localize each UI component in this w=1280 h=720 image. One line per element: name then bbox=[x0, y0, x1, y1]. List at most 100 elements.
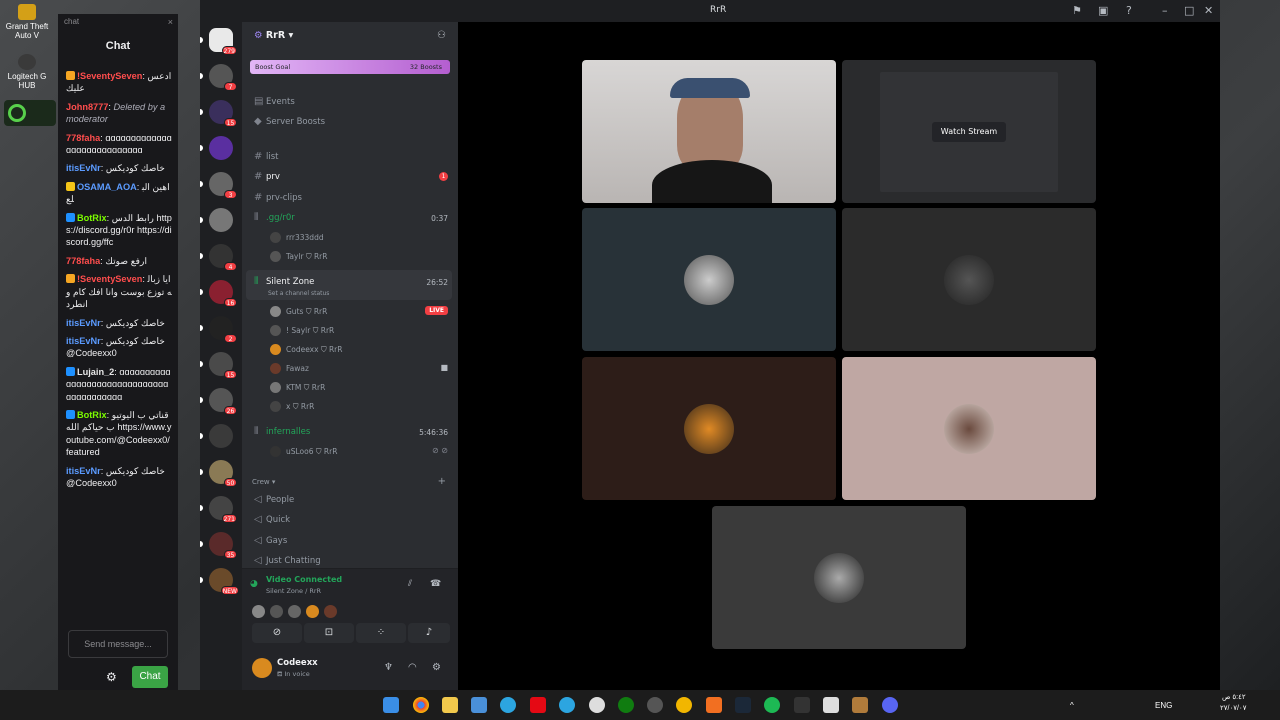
server-boosts-item[interactable]: ◆ Server Boosts bbox=[254, 116, 325, 127]
microphone-icon[interactable]: ♆ bbox=[384, 662, 393, 673]
file-explorer-icon[interactable] bbox=[442, 697, 458, 713]
video-tile-user[interactable] bbox=[842, 357, 1096, 500]
server-icon[interactable] bbox=[200, 208, 233, 232]
signal-icon[interactable]: ◕ bbox=[250, 579, 258, 589]
spotify-icon[interactable] bbox=[764, 697, 780, 713]
server-icon[interactable]: 7 bbox=[200, 64, 237, 91]
chevron-up-icon[interactable]: ^ bbox=[1070, 701, 1074, 710]
server-icon[interactable]: 16 bbox=[200, 280, 237, 307]
chat-username[interactable]: itisEvNr bbox=[66, 318, 101, 328]
username[interactable]: Codeexx bbox=[277, 658, 318, 668]
chrome-icon[interactable] bbox=[413, 697, 429, 713]
server-icon[interactable] bbox=[200, 424, 233, 448]
voice-channel-silent-zone[interactable]: ⦀ Silent Zone bbox=[254, 276, 314, 287]
maximize-icon[interactable]: □ bbox=[1184, 4, 1194, 17]
voice-user[interactable]: Guts ⛉ RrR bbox=[270, 306, 327, 317]
monitor-icon[interactable]: ▣ bbox=[1098, 4, 1108, 17]
chat-username[interactable]: itisEvNr bbox=[66, 466, 101, 476]
channel-prv-clips[interactable]: # prv-clips bbox=[254, 192, 302, 203]
category-crew[interactable]: Crew ▾ bbox=[252, 478, 275, 486]
help-icon[interactable]: ? bbox=[1126, 4, 1132, 17]
server-icon[interactable]: 26 bbox=[200, 388, 237, 415]
close-window-icon[interactable]: ✕ bbox=[1204, 4, 1213, 17]
camera-off-button[interactable]: ⊘ bbox=[252, 623, 302, 643]
voice-user[interactable]: Codeexx ⛉ RrR bbox=[270, 344, 342, 355]
video-tile-guts[interactable] bbox=[582, 60, 836, 203]
server-icon[interactable]: 15 bbox=[200, 352, 237, 379]
screen-share-button[interactable]: ⊡ bbox=[304, 623, 354, 643]
minimize-icon[interactable]: – bbox=[1162, 4, 1168, 17]
telegram-icon[interactable] bbox=[500, 697, 516, 713]
app-icon-2[interactable] bbox=[706, 697, 722, 713]
chat-username[interactable]: !SeventySeven bbox=[77, 274, 142, 284]
channel-list[interactable]: # list bbox=[254, 151, 278, 162]
headphones-icon[interactable]: ◠ bbox=[408, 662, 417, 673]
voice-status-title[interactable]: Video Connected bbox=[266, 575, 342, 584]
voice-user[interactable]: Taylr ⛉ RrR bbox=[270, 251, 327, 262]
server-icon[interactable]: NEW bbox=[200, 568, 239, 595]
clock-time[interactable]: ٥:٤٢ ص bbox=[1222, 693, 1246, 701]
terminal-icon[interactable] bbox=[794, 697, 810, 713]
send-message-input[interactable]: Send message... bbox=[68, 630, 168, 658]
video-tile-user[interactable] bbox=[842, 208, 1096, 351]
add-channel-icon[interactable]: + bbox=[438, 476, 446, 487]
chat-button[interactable]: Chat bbox=[132, 666, 168, 688]
add-user-icon[interactable]: ⚇ bbox=[437, 30, 446, 41]
voice-user[interactable]: KTM ⛉ RrR bbox=[270, 382, 325, 393]
video-tile-user[interactable] bbox=[582, 208, 836, 351]
voice-user[interactable]: uSLoo6 ⛉ RrR bbox=[270, 446, 337, 457]
server-icon[interactable] bbox=[200, 136, 233, 160]
gear-icon[interactable]: ⚙ bbox=[106, 670, 117, 684]
chat-username[interactable]: John8777 bbox=[66, 102, 108, 112]
voice-channel-ggr0r[interactable]: ⦀ .gg/r0r bbox=[254, 212, 295, 223]
channel-prv[interactable]: # prv bbox=[254, 171, 280, 182]
video-tile-user[interactable] bbox=[712, 506, 966, 649]
voice-channel-gays[interactable]: ◁ Gays bbox=[254, 535, 287, 546]
voice-channel-people[interactable]: ◁ People bbox=[254, 494, 294, 505]
disconnect-icon[interactable]: ☎ bbox=[430, 579, 441, 589]
settings-icon[interactable] bbox=[589, 697, 605, 713]
voice-channel-quick[interactable]: ◁ Quick bbox=[254, 514, 290, 525]
desktop-icon-gta[interactable]: Grand Theft Auto V bbox=[2, 4, 52, 40]
language-indicator[interactable]: ENG bbox=[1155, 701, 1172, 710]
chat-username[interactable]: 778faha bbox=[66, 256, 100, 266]
steam-icon[interactable] bbox=[735, 697, 751, 713]
events-item[interactable]: ▤ Events bbox=[254, 96, 295, 107]
voice-user[interactable]: ! Saylr ⛉ RrR bbox=[270, 325, 334, 336]
chat-username[interactable]: BotRix bbox=[77, 213, 107, 223]
watch-stream-button[interactable]: Watch Stream bbox=[932, 122, 1006, 142]
app-icon[interactable] bbox=[676, 697, 692, 713]
telegram-icon-2[interactable] bbox=[559, 697, 575, 713]
xbox-icon[interactable] bbox=[618, 697, 634, 713]
server-icon[interactable]: 4 bbox=[200, 244, 237, 271]
discord-icon[interactable] bbox=[882, 697, 898, 713]
server-icon[interactable]: 271 bbox=[200, 496, 237, 523]
soundboard-button[interactable]: ♪ bbox=[408, 623, 450, 643]
close-icon[interactable]: × bbox=[168, 17, 173, 27]
windows-start-icon[interactable] bbox=[383, 697, 399, 713]
voice-channel-infernalles[interactable]: ⦀ infernalles bbox=[254, 426, 310, 437]
chat-username[interactable]: itisEvNr bbox=[66, 163, 101, 173]
voice-user[interactable]: x ⛉ RrR bbox=[270, 401, 314, 412]
server-icon[interactable]: 2 bbox=[200, 316, 237, 343]
voice-user[interactable]: Fawaz bbox=[270, 363, 309, 374]
netflix-icon[interactable] bbox=[530, 697, 546, 713]
server-icon[interactable]: 15 bbox=[200, 100, 237, 127]
clock-date[interactable]: ٢٧/٠٧/٠٧ bbox=[1220, 704, 1246, 712]
server-icon[interactable]: 50 bbox=[200, 460, 237, 487]
channel-status[interactable]: Set a channel status bbox=[268, 290, 329, 297]
video-tile-user[interactable] bbox=[582, 357, 836, 500]
store-icon[interactable] bbox=[471, 697, 487, 713]
server-icon[interactable]: 279 bbox=[200, 28, 237, 55]
chat-username[interactable]: !SeventySeven bbox=[77, 71, 142, 81]
inbox-icon[interactable]: ⚑ bbox=[1072, 4, 1082, 17]
sync-icon[interactable] bbox=[647, 697, 663, 713]
app-icon-4[interactable] bbox=[852, 697, 868, 713]
app-icon-3[interactable] bbox=[823, 697, 839, 713]
voice-status-sub[interactable]: Silent Zone / RrR bbox=[266, 587, 321, 595]
video-tile-stream[interactable]: Watch Stream bbox=[842, 60, 1096, 203]
server-icon[interactable]: 35 bbox=[200, 532, 237, 559]
chat-username[interactable]: 778faha bbox=[66, 133, 100, 143]
boost-goal-bar[interactable]: Boost Goal 32 Boosts bbox=[250, 60, 450, 74]
chat-username[interactable]: OSAMA_AOA bbox=[77, 182, 137, 192]
